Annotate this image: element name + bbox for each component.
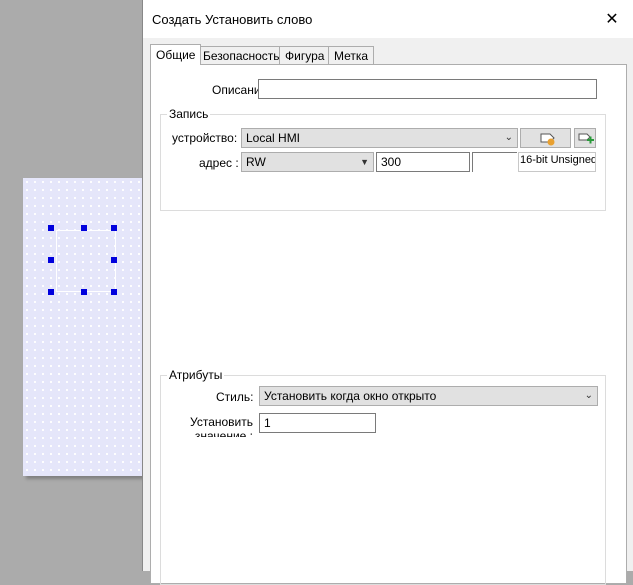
add-device-icon — [578, 133, 594, 144]
style-select-value: Установить когда окно открыто — [264, 389, 437, 403]
device-settings-button[interactable] — [520, 128, 571, 148]
device-select-value: Local HMI — [246, 131, 301, 145]
device-select[interactable]: Local HMI ⌄ — [241, 128, 518, 148]
resize-handle-bottom-right[interactable] — [111, 289, 117, 295]
address-input[interactable]: 300 — [376, 152, 470, 172]
style-select[interactable]: Установить когда окно открыто ⌄ — [259, 386, 598, 406]
close-button[interactable]: ✕ — [590, 0, 633, 38]
set-value-label: Установить значение : — [190, 415, 253, 437]
style-label: Стиль: — [216, 390, 254, 404]
resize-handle-top-left[interactable] — [48, 225, 54, 231]
resize-handle-right[interactable] — [111, 257, 117, 263]
dialog-title: Создать Установить слово — [152, 12, 313, 27]
device-tag-icon — [540, 133, 555, 146]
address-type-value: RW — [246, 155, 266, 169]
attributes-group: Атрибуты Стиль: Установить когда окно от… — [160, 368, 606, 585]
attributes-group-title: Атрибуты — [167, 368, 225, 382]
device-label: устройство: — [172, 131, 238, 145]
tab-shape[interactable]: Фигура — [279, 46, 331, 64]
resize-handle-bottom[interactable] — [81, 289, 87, 295]
description-input[interactable] — [258, 79, 597, 99]
chevron-down-icon: ⌄ — [504, 132, 513, 143]
editor-canvas[interactable] — [23, 178, 155, 476]
add-device-button[interactable] — [574, 128, 596, 148]
resize-handle-top-right[interactable] — [111, 225, 117, 231]
write-group: Запись устройство: Local HMI ⌄ адрес: R… — [160, 107, 606, 211]
tab-general[interactable]: Общие — [150, 44, 202, 65]
write-group-title: Запись — [167, 107, 211, 121]
resize-handle-bottom-left[interactable] — [48, 289, 54, 295]
address-label: адрес : — [199, 156, 239, 170]
address-type-select[interactable]: RW ▼ — [241, 152, 374, 172]
close-icon: ✕ — [605, 11, 619, 28]
data-format-field: 16-bit Unsigned — [518, 152, 596, 172]
resize-handle-left[interactable] — [48, 257, 54, 263]
dialog-titlebar: Создать Установить слово ✕ — [143, 0, 633, 38]
chevron-down-icon: ⌄ — [584, 390, 593, 401]
dropdown-triangle-icon: ▼ — [360, 157, 369, 167]
create-set-word-dialog: Создать Установить слово ✕ Общие Безопас… — [142, 0, 633, 585]
resize-handle-top[interactable] — [81, 225, 87, 231]
tab-security[interactable]: Безопасность — [197, 46, 286, 64]
tab-label[interactable]: Метка — [328, 46, 375, 64]
tab-panel-general: Описание: Запись устройство: Local HMI ⌄ — [150, 64, 627, 585]
selected-object-outline[interactable] — [56, 230, 116, 292]
set-value-input[interactable]: 1 — [259, 413, 376, 433]
address-extra-field[interactable] — [472, 152, 517, 172]
